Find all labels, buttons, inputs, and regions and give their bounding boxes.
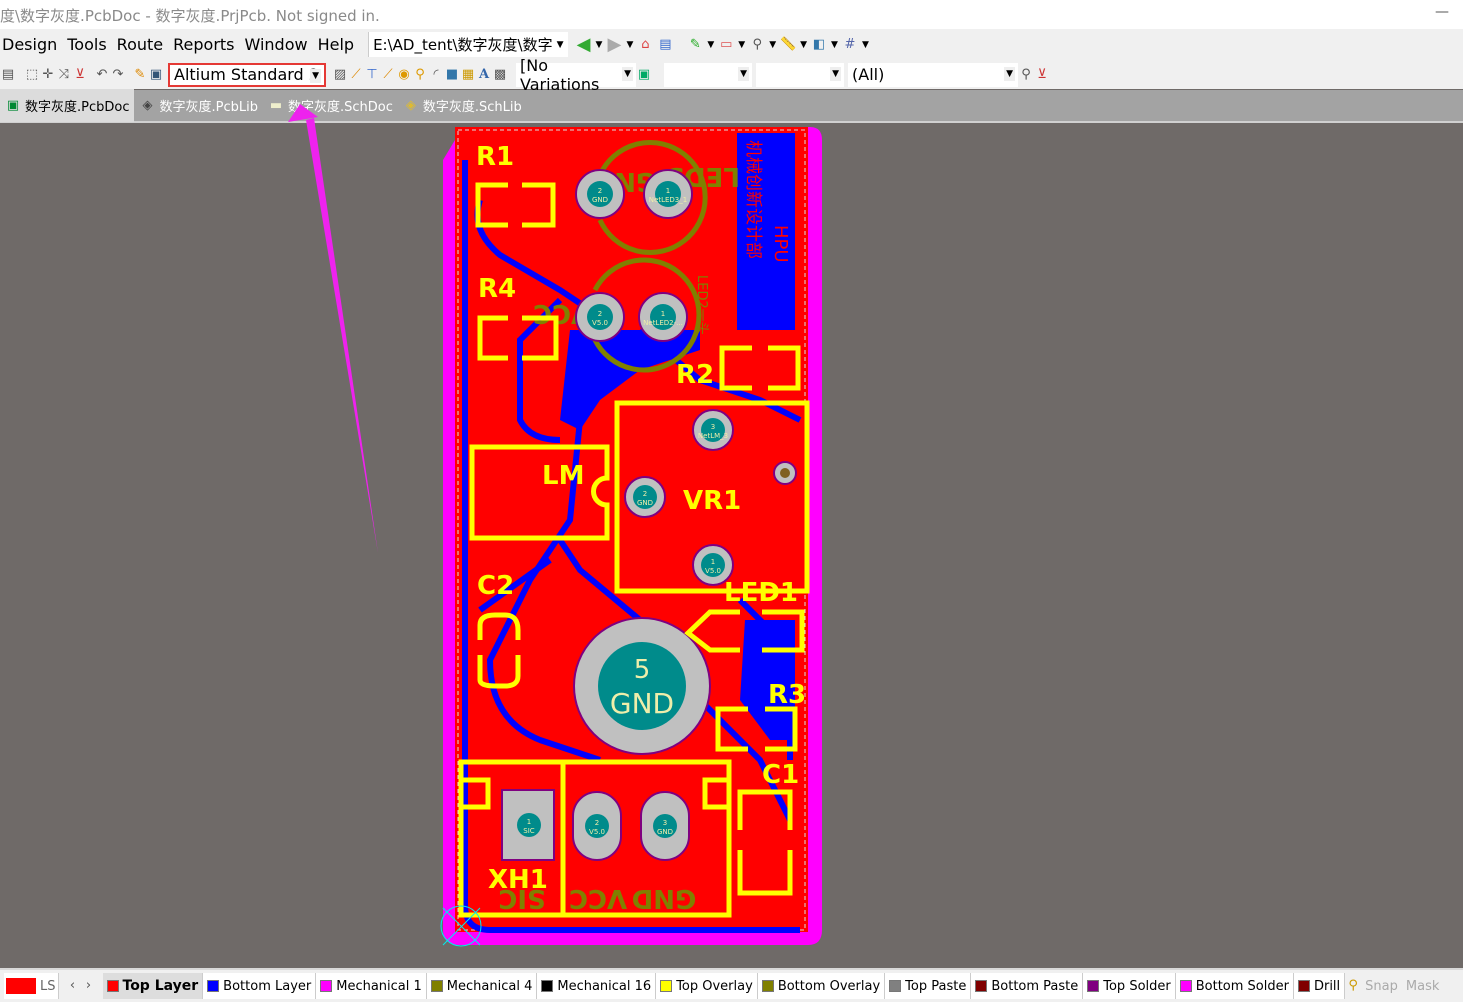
pad-label: NetLED3_1 — [649, 196, 687, 204]
layer-tab-label: Mechanical 16 — [557, 978, 652, 994]
pad-label: 1 — [666, 187, 670, 195]
layer-tab-label: Top Solder — [1103, 978, 1171, 994]
designator-lm: LM — [542, 461, 584, 491]
layer-color-swatch — [541, 980, 554, 992]
pad-label: 1 — [711, 558, 715, 566]
pad-label: 2 — [643, 490, 647, 498]
layer-color-swatch — [761, 980, 774, 992]
layer-color-swatch — [207, 980, 220, 992]
layer-color-swatch — [430, 980, 443, 992]
bottom-text-hpu: HPU — [770, 225, 791, 263]
designator-r4: R4 — [478, 274, 516, 304]
designator-xh1: XH1 — [488, 865, 548, 895]
snap-button[interactable]: Snap — [1361, 979, 1402, 994]
pad-label: NetLED2-... — [643, 319, 683, 327]
pcb-canvas[interactable]: HPU 机械创新设计部 GND LED3 VCC LED2一头 SIC VCC … — [0, 0, 1463, 1002]
layer-tab-label: Top Overlay — [676, 978, 753, 994]
pad-label: 2 — [595, 819, 599, 827]
layer-tabs-bar: LS ‹ › Top Layer Bottom Layer Mechanical 1… — [0, 968, 1463, 1002]
designator-led1: LED1 — [724, 578, 798, 608]
pad-label: NetLM_3 — [698, 432, 728, 440]
layer-tab-mechanical-4[interactable]: Mechanical 4 — [426, 973, 538, 999]
pad-label: V5.0 — [705, 567, 721, 575]
layer-tab-label: Bottom Overlay — [777, 978, 881, 994]
layer-tab-top-overlay[interactable]: Top Overlay — [656, 973, 758, 999]
pad-label: V5.0 — [589, 828, 605, 836]
bottom-overlay-gnd2: GND — [632, 883, 697, 913]
layer-tab-label: Top Paste — [905, 978, 967, 994]
layer-tab-mechanical-16[interactable]: Mechanical 16 — [537, 973, 657, 999]
pad-label: GND — [592, 196, 608, 204]
layer-tab-label: Bottom Paste — [991, 978, 1079, 994]
designator-r1: R1 — [476, 142, 514, 172]
layer-color-swatch — [1087, 980, 1100, 992]
layer-tab-label: Top Layer — [122, 978, 199, 994]
layer-color-swatch — [1179, 980, 1192, 992]
layer-tab-bottom-layer[interactable]: Bottom Layer — [203, 973, 317, 999]
pad-big-gnd — [573, 617, 711, 755]
layer-tab-top-solder[interactable]: Top Solder — [1083, 973, 1176, 999]
layer-tab-drill[interactable]: Drill — [1293, 973, 1346, 999]
pad-label: SIC — [523, 827, 535, 835]
pad-label: GND — [637, 499, 653, 507]
layer-color-swatch — [660, 980, 673, 992]
layer-tab-top-paste[interactable]: Top Paste — [885, 973, 972, 999]
pad-label: 3 — [711, 423, 715, 431]
layer-tab-bottom-paste[interactable]: Bottom Paste — [971, 973, 1084, 999]
pad-label: GND — [610, 687, 674, 720]
bottom-overlay-vcc2: VCC — [569, 883, 627, 913]
snap-icon[interactable]: ⚲ — [1345, 978, 1361, 994]
pad-label: 2 — [598, 187, 602, 195]
pad-label: V5.0 — [592, 319, 608, 327]
pad-label: GND — [657, 828, 673, 836]
layer-color-swatch — [320, 980, 333, 992]
layer-tab-label: Bottom Layer — [223, 978, 312, 994]
current-layer-indicator[interactable]: LS — [4, 973, 59, 999]
bottom-text-dept: 机械创新设计部 — [743, 140, 763, 259]
scroll-left-icon[interactable]: ‹ — [65, 978, 81, 994]
designator-r3: R3 — [768, 680, 806, 710]
designator-vr1: VR1 — [683, 486, 741, 516]
mount-hole — [773, 461, 797, 485]
layer-tab-bottom-solder[interactable]: Bottom Solder — [1175, 973, 1294, 999]
layer-color-swatch — [106, 980, 119, 992]
layer-tabs: Top Layer Bottom Layer Mechanical 1 Mechani… — [102, 973, 1346, 999]
pad-label: 5 — [634, 655, 651, 685]
mask-button[interactable]: Mask — [1402, 979, 1443, 994]
pad-label: 3 — [663, 819, 667, 827]
layer-tab-top-layer[interactable]: Top Layer — [102, 973, 204, 999]
current-layer-label: LS — [40, 978, 56, 994]
designator-r2: R2 — [676, 360, 714, 390]
pad-label: 1 — [527, 818, 531, 826]
annotation-arrow — [288, 104, 378, 553]
layer-color-swatch — [889, 980, 902, 992]
layer-tab-label: Drill — [1313, 978, 1341, 994]
layer-color-swatch — [1297, 980, 1310, 992]
layer-tab-label: Bottom Solder — [1195, 978, 1289, 994]
pad-label: 2 — [598, 310, 602, 318]
layer-tab-bottom-overlay[interactable]: Bottom Overlay — [757, 973, 886, 999]
layer-color-swatch — [975, 980, 988, 992]
designator-c1: C1 — [762, 760, 799, 790]
current-layer-swatch — [6, 978, 36, 994]
layer-tab-label: Mechanical 4 — [446, 978, 533, 994]
designator-c2: C2 — [477, 571, 514, 601]
layer-tab-mechanical-1[interactable]: Mechanical 1 — [316, 973, 427, 999]
pad-label: 1 — [661, 310, 665, 318]
layer-tab-label: Mechanical 1 — [336, 978, 422, 994]
scroll-right-icon[interactable]: › — [81, 978, 97, 994]
bottom-overlay-led2: LED2一头 — [694, 275, 709, 335]
